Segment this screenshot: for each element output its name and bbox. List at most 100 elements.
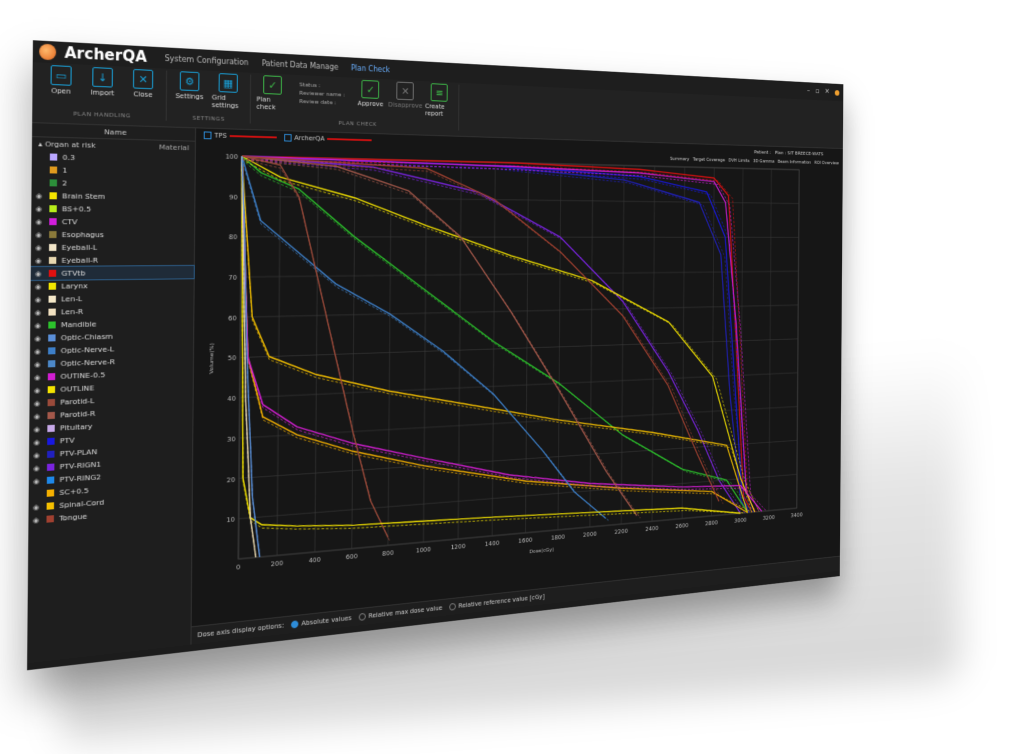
organ-name: Len-R [61, 307, 83, 316]
x-tick-label: 800 [382, 549, 394, 558]
eye-icon[interactable]: ◉ [33, 464, 44, 473]
eye-icon[interactable]: ◉ [34, 347, 45, 355]
eye-hidden-icon[interactable] [33, 494, 44, 495]
organ-name: Pituitary [60, 422, 93, 433]
legend-tps-line [230, 135, 277, 138]
organ-item[interactable]: ◉ Eyeball-L [31, 241, 194, 254]
organ-color-swatch [50, 179, 57, 186]
organ-name: PTV-PLAN [60, 447, 98, 458]
organ-color-swatch [46, 515, 53, 523]
eye-icon[interactable]: ◉ [35, 218, 46, 226]
organ-name: Parotid-R [60, 409, 95, 420]
minimize-icon[interactable]: – [807, 87, 810, 95]
plan-check-button[interactable]: ✓ Plan check [256, 75, 288, 112]
legend-archerqa-label: ArcherQA [294, 134, 324, 142]
create-report-button[interactable]: ≡ Create report [425, 83, 454, 118]
menu-plan-check[interactable]: Plan Check [351, 63, 390, 73]
organ-color-swatch [49, 283, 56, 290]
organ-item[interactable]: ◉ BS+0.5 [31, 202, 194, 216]
eye-icon[interactable]: ◉ [35, 282, 46, 290]
legend-archerqa[interactable]: ArcherQA [284, 134, 372, 144]
folder-icon: ▭ [51, 65, 72, 86]
eye-icon[interactable]: ◉ [34, 321, 45, 329]
organ-item[interactable]: ◉ Eyeball-R [31, 253, 194, 267]
dvh-chart-svg: 0 200 400 600 800 1000 1200 1400 1600 1800 2000 220… [200, 148, 806, 591]
organ-name: PTV-RIGN1 [60, 460, 102, 471]
eye-icon[interactable]: ◉ [34, 399, 45, 407]
y-tick-label: 30 [227, 435, 236, 443]
eye-icon[interactable]: ◉ [34, 334, 45, 342]
organ-name: Larynx [61, 281, 88, 290]
window-controls: – ▫ ✕ [807, 87, 839, 97]
eye-icon[interactable]: ◉ [33, 477, 44, 486]
dose-axis-option[interactable]: Absolute values [291, 614, 351, 628]
eye-icon[interactable]: ◉ [34, 425, 45, 434]
archerqa-logo-icon [39, 44, 56, 61]
organ-name: Optic-Chiasm [61, 332, 113, 342]
organ-color-swatch [47, 451, 54, 458]
disapprove-button[interactable]: ✕ Disapprove [391, 81, 421, 116]
organ-item[interactable]: ◉ CTV [31, 215, 194, 229]
dose-axis-option[interactable]: Relative max dose value [359, 604, 443, 621]
x-axis-label: Dose(cGy) [529, 547, 554, 555]
eye-icon[interactable]: ◉ [34, 373, 45, 381]
organ-color-swatch [48, 334, 55, 341]
x-tick-label: 0 [236, 563, 240, 571]
eye-icon[interactable]: ◉ [34, 360, 45, 368]
eye-icon[interactable]: ◉ [35, 308, 46, 316]
organ-name: Mandible [61, 320, 97, 330]
y-tick-label: 70 [228, 274, 237, 282]
view-tab[interactable]: ROI Overview [814, 161, 839, 166]
approve-button[interactable]: ✓ Approve [355, 80, 385, 116]
group-plan-check: ✓ Plan check Status : Reviewer name : Rev… [251, 75, 460, 131]
close-plan-button[interactable]: ✕ Close [126, 69, 160, 100]
stage: ArcherQA System Configuration Patient Da… [0, 0, 1024, 754]
y-tick-label: 60 [228, 314, 237, 322]
maximize-icon[interactable]: ▫ [815, 87, 819, 95]
eye-icon[interactable]: ◉ [33, 451, 44, 460]
organ-name: Optic-Nerve-L [61, 345, 115, 355]
organ-name: Parotid-L [60, 396, 94, 406]
eye-icon[interactable]: ◉ [35, 256, 46, 264]
eye-icon[interactable]: ◉ [35, 244, 46, 252]
status-dot-icon [835, 90, 840, 96]
y-tick-label: 40 [227, 395, 236, 403]
plan-check-label: Plan check [256, 96, 288, 112]
eye-icon[interactable]: ◉ [34, 386, 45, 394]
menu-system-configuration[interactable]: System Configuration [165, 54, 249, 67]
close-folder-icon: ✕ [133, 69, 153, 89]
eye-icon[interactable]: ◉ [36, 205, 47, 213]
import-button[interactable]: ↓ Import [85, 67, 120, 98]
open-button[interactable]: ▭ Open [43, 65, 79, 96]
settings-button[interactable]: ⚙ Settings [173, 71, 207, 109]
eye-icon[interactable]: ◉ [35, 231, 46, 239]
close-icon[interactable]: ✕ [825, 88, 830, 96]
eye-icon[interactable]: ◉ [36, 192, 47, 200]
eye-icon[interactable]: ◉ [34, 412, 45, 420]
y-tick-label: 20 [227, 476, 236, 484]
organ-color-swatch [47, 489, 54, 496]
organ-color-swatch [49, 257, 56, 264]
x-tick-label: 1200 [451, 543, 466, 552]
organ-item[interactable]: ◉ Esophagus [31, 228, 194, 241]
grid-settings-button[interactable]: ▦ Grid settings [212, 73, 245, 110]
organ-color-swatch [47, 464, 54, 471]
x-tick-label: 1600 [518, 536, 532, 545]
organ-color-swatch [49, 231, 56, 238]
dose-axis-option[interactable]: Relative reference value [cGy] [449, 593, 545, 611]
organ-color-swatch [48, 321, 55, 328]
radio-icon [359, 613, 366, 621]
dose-axis-radio-group: Absolute values Relative max dose value Re… [291, 593, 544, 628]
menu-patient-data-manage[interactable]: Patient Data Manage [262, 59, 339, 71]
organ-name: 2 [62, 179, 67, 188]
eye-icon[interactable]: ◉ [33, 503, 44, 512]
approve-label: Approve [358, 100, 384, 108]
eye-icon[interactable]: ◉ [35, 269, 46, 277]
organ-color-swatch [47, 412, 54, 419]
legend-tps[interactable]: TPS [204, 131, 277, 141]
eye-icon[interactable]: ◉ [35, 295, 46, 303]
eye-icon[interactable]: ◉ [33, 515, 44, 524]
eye-icon[interactable]: ◉ [33, 438, 44, 447]
organ-name: Esophagus [62, 230, 104, 239]
checkbox-icon [284, 134, 291, 142]
